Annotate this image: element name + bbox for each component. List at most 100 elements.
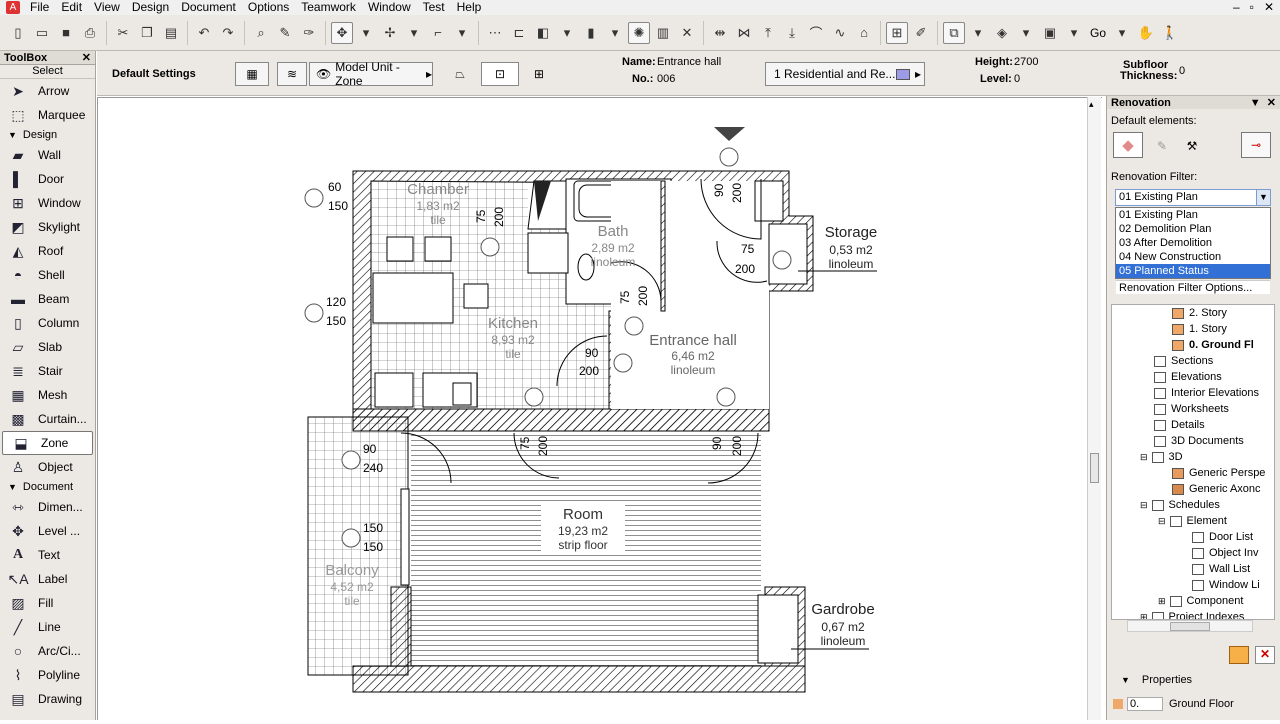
door-marker[interactable] bbox=[524, 387, 544, 407]
menu-test[interactable]: Test bbox=[417, 0, 451, 15]
magic-wand-icon[interactable]: ✺ bbox=[628, 21, 650, 44]
3d-view-icon[interactable]: ◈ bbox=[991, 22, 1013, 44]
tool-line[interactable]: ╱ Line bbox=[0, 615, 95, 639]
tree-window-list[interactable]: Window Li bbox=[1192, 577, 1260, 593]
window-marker[interactable] bbox=[304, 188, 324, 208]
tool-arc-circle[interactable]: ○ Arc/Ci... bbox=[0, 639, 95, 663]
menu-view[interactable]: View bbox=[88, 0, 126, 15]
tool-label[interactable]: ↖A Label bbox=[0, 567, 95, 591]
cursor-snap-icon[interactable]: ⌐ bbox=[427, 22, 449, 44]
zone-name-field[interactable]: Entrance hall bbox=[657, 56, 721, 68]
elevate-icon[interactable]: ⤒ bbox=[757, 22, 779, 44]
filter-option[interactable]: 04 New Construction bbox=[1116, 250, 1270, 264]
dim-text[interactable]: 90 bbox=[585, 346, 599, 360]
drag-icon[interactable]: ▥ bbox=[652, 22, 674, 44]
kitchen-counter[interactable] bbox=[374, 372, 414, 408]
tool-mesh[interactable]: ▦ Mesh bbox=[0, 383, 95, 407]
geometry-rect-button[interactable]: ⊡ bbox=[481, 62, 519, 86]
gardrobe-closet[interactable] bbox=[757, 594, 799, 664]
tool-slab[interactable]: ▱ Slab bbox=[0, 335, 95, 359]
filter-option[interactable]: 02 Demolition Plan bbox=[1116, 222, 1270, 236]
kitchen-cabinet[interactable] bbox=[527, 232, 569, 274]
expand-icon[interactable]: ⊞ bbox=[1140, 609, 1148, 619]
cut-icon[interactable]: ✂ bbox=[112, 22, 134, 44]
new-element-button[interactable]: ⚒ bbox=[1181, 136, 1203, 156]
tool-curtain-wall[interactable]: ▩ Curtain... bbox=[0, 407, 95, 431]
tree-generic-axonometry[interactable]: Generic Axonc bbox=[1172, 481, 1261, 497]
rotate-grid-icon[interactable]: ⊏ bbox=[508, 22, 530, 44]
dropdown-arrow-icon[interactable]: ▾ bbox=[967, 22, 989, 44]
bottom-wall[interactable] bbox=[352, 665, 806, 693]
close-icon[interactable]: ✕ bbox=[1267, 97, 1276, 109]
dropdown-arrow-icon[interactable]: ▾ bbox=[403, 22, 425, 44]
layer-button[interactable]: ≋ bbox=[277, 62, 307, 86]
chair[interactable] bbox=[386, 236, 414, 262]
zone-number-field[interactable]: 006 bbox=[657, 73, 675, 85]
tool-object[interactable]: ♙ Object bbox=[0, 455, 95, 479]
trim-icon[interactable]: ⋈ bbox=[733, 22, 755, 44]
dim-text[interactable]: 75 bbox=[741, 242, 755, 256]
dim-text[interactable]: 200 bbox=[636, 286, 650, 306]
filter-option-highlighted[interactable]: 05 Planned Status bbox=[1116, 264, 1270, 278]
tree-generic-perspective[interactable]: Generic Perspe bbox=[1172, 465, 1265, 481]
tree-sections[interactable]: Sections bbox=[1154, 353, 1213, 369]
tree-3d[interactable]: ⊟ 3D bbox=[1140, 449, 1183, 465]
mirror-icon[interactable]: ⇹ bbox=[709, 22, 731, 44]
new-view-button[interactable] bbox=[1229, 646, 1249, 664]
inject-parameters-icon[interactable]: ✑ bbox=[298, 22, 320, 44]
delete-icon[interactable]: ✕ bbox=[676, 22, 698, 44]
menu-teamwork[interactable]: Teamwork bbox=[295, 0, 362, 15]
dropdown-arrow-icon[interactable]: ▾ bbox=[355, 22, 377, 44]
grid-snap-icon[interactable]: ✥ bbox=[331, 21, 353, 44]
dim-text[interactable]: 90 bbox=[363, 442, 377, 456]
tool-polyline[interactable]: ⌇ Polyline bbox=[0, 663, 95, 687]
tree-3d-documents[interactable]: 3D Documents bbox=[1154, 433, 1244, 449]
view-mode-icon[interactable]: ⧉ bbox=[943, 21, 965, 44]
tool-marquee[interactable]: ⬚ Marquee bbox=[0, 103, 95, 127]
curve-icon[interactable]: ∿ bbox=[829, 22, 851, 44]
tree-story-ground[interactable]: 0. Ground Fl bbox=[1172, 337, 1254, 353]
explore-icon[interactable]: ✋ bbox=[1135, 22, 1157, 44]
collapse-icon[interactable]: ▼ bbox=[1250, 97, 1261, 109]
chevron-down-icon[interactable]: ▼ bbox=[1256, 190, 1270, 205]
copy-icon[interactable]: ❐ bbox=[136, 22, 158, 44]
canvas-vertical-scrollbar[interactable]: ▴ bbox=[1087, 97, 1101, 720]
dim-text[interactable]: 200 bbox=[730, 183, 744, 203]
tree-door-list[interactable]: Door List bbox=[1192, 529, 1253, 545]
dim-text[interactable]: 60 bbox=[328, 180, 342, 194]
floor-plan-canvas[interactable]: 60 150 120 150 90 240 150 150 90 200 75 … bbox=[97, 97, 1102, 720]
dim-text[interactable]: 150 bbox=[363, 521, 383, 535]
tree-element[interactable]: ⊟ Element bbox=[1158, 513, 1227, 529]
go-menu-label[interactable]: Go bbox=[1086, 26, 1110, 40]
expand-icon[interactable]: ⊟ bbox=[1140, 497, 1148, 513]
print-icon[interactable]: ⎙ bbox=[79, 22, 101, 44]
new-file-icon[interactable]: ▯ bbox=[7, 22, 29, 44]
tool-door[interactable]: ▌ Door bbox=[0, 167, 95, 191]
dim-text[interactable]: 75 bbox=[518, 436, 532, 450]
tree-elevations[interactable]: Elevations bbox=[1154, 369, 1222, 385]
tree-story-1[interactable]: 1. Story bbox=[1172, 321, 1227, 337]
close-icon[interactable]: ✕ bbox=[1264, 0, 1274, 14]
dim-text[interactable]: 200 bbox=[492, 207, 506, 227]
dim-text[interactable]: 150 bbox=[326, 314, 346, 328]
tree-project-indexes[interactable]: ⊞ Project Indexes bbox=[1140, 609, 1244, 619]
expand-icon[interactable]: ⊞ bbox=[1158, 593, 1166, 609]
dim-text[interactable]: 240 bbox=[363, 461, 383, 475]
menu-options[interactable]: Options bbox=[242, 0, 295, 15]
zone-stamp-room[interactable]: Room 19,23 m2 strip floor bbox=[541, 504, 625, 554]
tool-fill[interactable]: ▨ Fill bbox=[0, 591, 95, 615]
open-folder-icon[interactable]: ▭ bbox=[31, 22, 53, 44]
renovation-filter-select[interactable]: 01 Existing Plan ▼ bbox=[1115, 189, 1271, 206]
dim-text[interactable]: 75 bbox=[474, 209, 488, 223]
tree-schedules[interactable]: ⊟ Schedules bbox=[1140, 497, 1220, 513]
dropdown-arrow-icon[interactable]: ▾ bbox=[604, 22, 626, 44]
scroll-thumb[interactable] bbox=[1090, 453, 1099, 483]
scroll-thumb[interactable] bbox=[1170, 622, 1210, 631]
door-marker[interactable] bbox=[624, 316, 644, 336]
tool-drawing[interactable]: ▤ Drawing bbox=[0, 687, 95, 711]
tool-skylight[interactable]: ◩ Skylight bbox=[0, 215, 95, 239]
tool-text[interactable]: A Text bbox=[0, 543, 95, 567]
offset-icon[interactable]: ⤓ bbox=[781, 22, 803, 44]
tool-column[interactable]: ▯ Column bbox=[0, 311, 95, 335]
restore-icon[interactable]: ▫ bbox=[1250, 0, 1254, 14]
